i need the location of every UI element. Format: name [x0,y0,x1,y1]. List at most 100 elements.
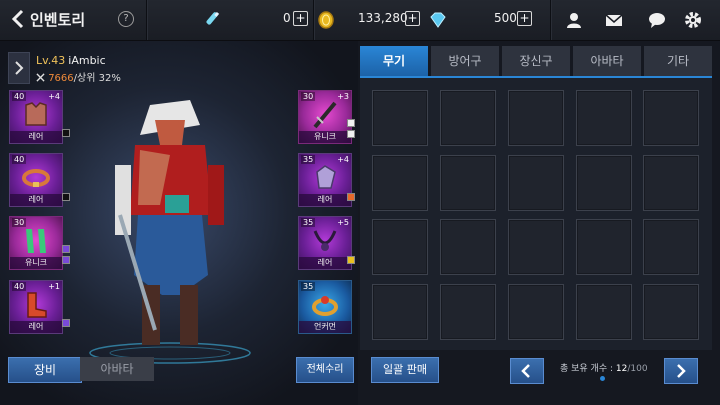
equip-slot-ring[interactable]: 35 언커먼 [298,280,352,334]
inventory-slot[interactable] [576,155,632,211]
divider [146,0,148,40]
socket-icon [347,130,355,138]
inventory-slot[interactable] [440,219,496,275]
boots-icon [27,292,47,318]
next-page-button[interactable] [664,358,698,384]
inventory-slot[interactable] [643,155,699,211]
divider [550,0,552,40]
expand-profile-button[interactable] [8,52,30,84]
sword-icon [313,101,337,129]
inventory-slot[interactable] [440,284,496,340]
friends-icon[interactable] [564,10,584,30]
socket-icon [62,319,70,327]
settings-gear-icon[interactable] [683,10,703,30]
top-bar: 인벤토리 ? 0 + 133,280 + 500 + [0,0,720,41]
character-level: Lv.43 iAmbic [36,54,106,67]
add-gold-button[interactable]: + [405,11,420,26]
socket-icon [347,119,355,127]
inventory-slot[interactable] [372,219,428,275]
slot-grade: 레어 [10,131,62,143]
slot-grade: 유니크 [10,257,62,269]
equip-slot-belt[interactable]: 40 레어 [9,153,63,207]
socket-icon [347,256,355,264]
tab-weapon[interactable]: 무기 [360,46,428,76]
gloves-icon [26,229,46,253]
page-indicator-dot [600,376,605,381]
power-value: 7666 [48,73,74,84]
diamond-count: 500 [494,11,517,25]
crossed-swords-icon [36,73,45,82]
inventory-slot[interactable] [440,155,496,211]
count-current: 12 [615,364,628,374]
inventory-slot[interactable] [508,155,564,211]
equip-slot-necklace[interactable]: 35 +5 레어 [298,216,352,270]
equip-slot-gloves[interactable]: 30 유니크 [9,216,63,270]
gold-count: 133,280 [358,11,408,25]
inventory-slot[interactable] [508,90,564,146]
potion-count: 0 [283,11,291,25]
chevron-right-icon [15,61,24,75]
gold-coin-icon [318,11,334,29]
chevron-left-icon [521,364,530,378]
chevron-right-icon [677,364,686,378]
character-model [89,100,251,364]
ring-icon [312,296,338,316]
chat-icon[interactable] [647,10,667,30]
prev-page-button[interactable] [510,358,544,384]
combat-power: 7666/상위 32% [36,69,121,84]
count-max: /100 [627,364,648,374]
equip-slot-armor[interactable]: 40 +4 레어 [9,90,63,144]
character-name: iAmbic [68,54,106,67]
socket-icon [62,256,70,264]
inventory-slot[interactable] [508,284,564,340]
slot-grade: 유니크 [299,131,351,143]
tab-accessory[interactable]: 장신구 [502,46,570,76]
slot-grade: 레어 [10,194,62,206]
inventory-slot[interactable] [576,90,632,146]
item-count: 총 보유 개수 : 12/100 [560,361,648,374]
rank-text: /상위 32% [73,73,121,84]
necklace-icon [313,230,337,251]
socket-icon [62,245,70,253]
add-diamond-button[interactable]: + [517,11,532,26]
inventory-slot[interactable] [643,284,699,340]
inventory-slot[interactable] [372,284,428,340]
socket-icon [62,129,70,137]
slot-grade: 레어 [299,257,351,269]
gemstone-icon [316,165,336,189]
slot-grade: 레어 [10,321,62,333]
help-icon[interactable]: ? [118,11,134,27]
back-arrow-icon[interactable] [8,8,30,30]
equip-slot-boots[interactable]: 40 +1 레어 [9,280,63,334]
page-title: 인벤토리 [30,11,86,29]
divider [313,0,315,40]
slot-grade: 언커먼 [299,321,351,333]
inventory-slot[interactable] [372,90,428,146]
mail-icon[interactable] [604,10,624,30]
add-potion-button[interactable]: + [293,11,308,26]
sell-all-button[interactable]: 일괄 판매 [371,357,439,383]
inventory-slot[interactable] [643,90,699,146]
repair-all-button[interactable]: 전체수리 [296,357,354,383]
socket-icon [347,193,355,201]
diamond-icon [430,12,446,28]
slot-grade: 레어 [299,194,351,206]
tab-armor[interactable]: 방어구 [431,46,499,76]
inventory-slot[interactable] [372,155,428,211]
tab-avatar[interactable]: 아바타 [573,46,641,76]
equipment-tab-button[interactable]: 장비 [8,357,82,383]
inventory-slot[interactable] [576,284,632,340]
armor-icon [25,102,47,126]
tab-etc[interactable]: 기타 [644,46,712,76]
avatar-tab-button[interactable]: 아바타 [80,357,154,381]
inventory-slot[interactable] [576,219,632,275]
potion-icon [206,11,220,25]
count-label: 총 보유 개수 : [560,364,616,374]
belt-icon [22,169,50,187]
equip-slot-accessory[interactable]: 35 +4 레어 [298,153,352,207]
socket-icon [62,193,70,201]
inventory-slot[interactable] [508,219,564,275]
equip-slot-weapon[interactable]: 30 +3 유니크 [298,90,352,144]
inventory-slot[interactable] [440,90,496,146]
inventory-slot[interactable] [643,219,699,275]
